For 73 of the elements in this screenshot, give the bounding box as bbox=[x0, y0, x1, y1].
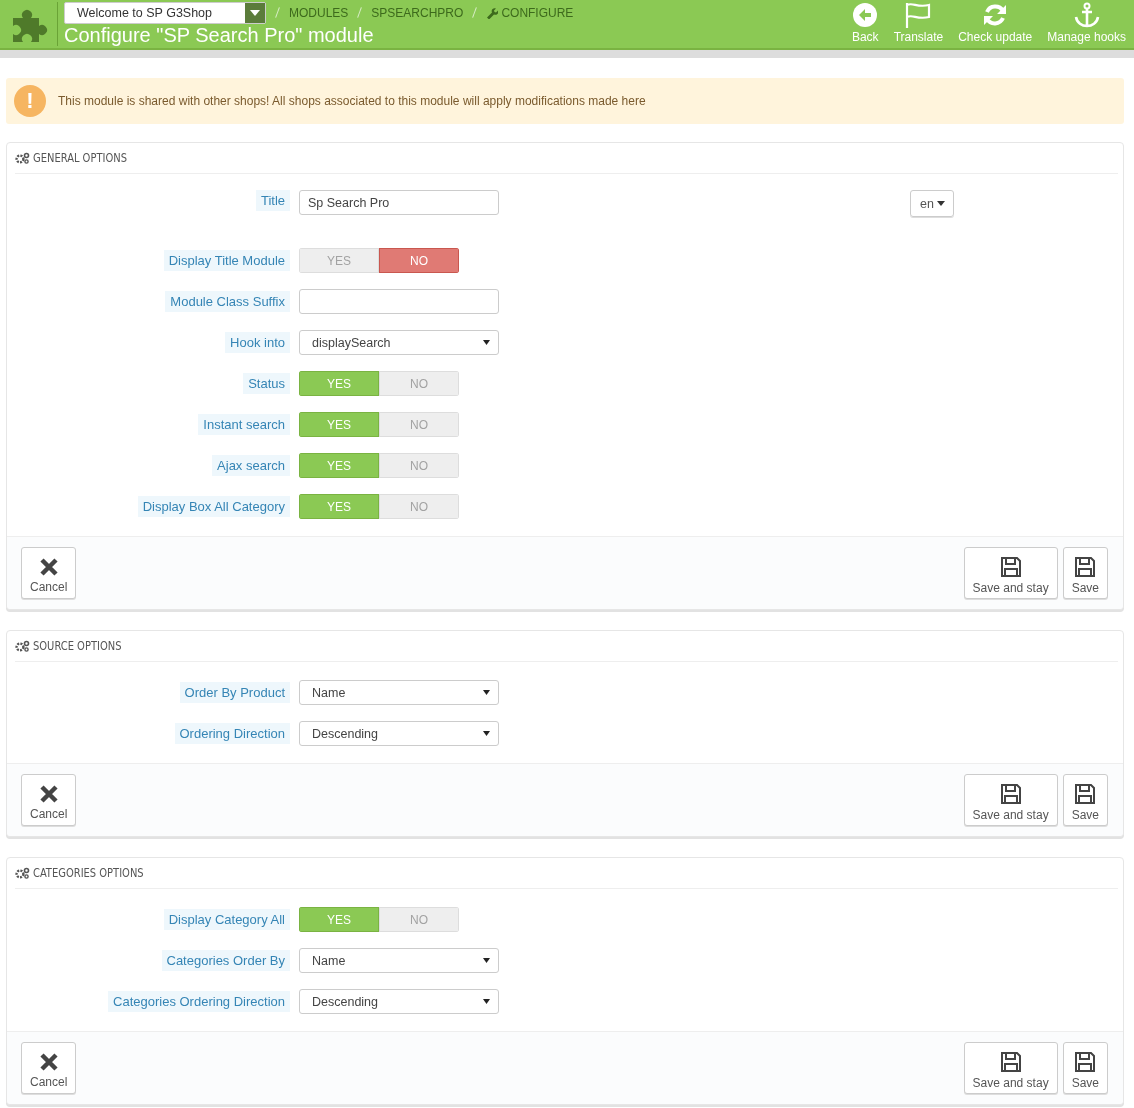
field-label: Categories Ordering Direction bbox=[108, 991, 290, 1012]
toolbar-button[interactable]: Back bbox=[851, 2, 879, 44]
text-field[interactable] bbox=[299, 289, 499, 314]
anchor-icon bbox=[1072, 2, 1101, 28]
save-and-stay-button[interactable]: Save and stay bbox=[963, 774, 1058, 826]
close-icon bbox=[38, 1051, 59, 1072]
field-label: Hook into bbox=[225, 332, 290, 353]
cancel-button[interactable]: Cancel bbox=[21, 1042, 77, 1094]
breadcrumb-link[interactable]: MODULES bbox=[289, 5, 349, 20]
select-field[interactable]: Descending bbox=[299, 989, 499, 1014]
no-option[interactable]: NO bbox=[379, 453, 459, 478]
field-label: Display Box All Category bbox=[137, 496, 290, 517]
cancel-button[interactable]: Cancel bbox=[21, 774, 77, 826]
field-label: Module Class Suffix bbox=[165, 291, 290, 312]
field-label: Ordering Direction bbox=[174, 723, 290, 744]
field-label: Title bbox=[255, 190, 290, 211]
page-title: Configure "SP Search Pro" module bbox=[64, 24, 375, 47]
save-and-stay-button[interactable]: Save and stay bbox=[963, 1042, 1058, 1094]
field-label: Status bbox=[243, 373, 290, 394]
close-icon bbox=[38, 556, 59, 577]
panel-title: SOURCE OPTIONS bbox=[33, 639, 122, 653]
breadcrumb-link[interactable]: CONFIGURE bbox=[501, 5, 574, 20]
flag-icon bbox=[904, 2, 933, 28]
select-field[interactable]: Descending bbox=[299, 721, 499, 746]
yes-option[interactable]: YES bbox=[299, 371, 379, 396]
field-label: Display Category All bbox=[163, 909, 290, 930]
select-field[interactable]: Name bbox=[299, 680, 499, 705]
gears-icon bbox=[15, 867, 30, 879]
no-option[interactable]: NO bbox=[379, 412, 459, 437]
panel-title: CATEGORIES OPTIONS bbox=[33, 866, 144, 880]
select-field[interactable]: Name bbox=[299, 948, 499, 973]
cancel-button[interactable]: Cancel bbox=[21, 547, 77, 599]
no-option[interactable]: NO bbox=[379, 907, 459, 932]
refresh-icon bbox=[982, 2, 1009, 28]
no-option[interactable]: NO bbox=[379, 371, 459, 396]
caret-icon bbox=[483, 958, 490, 963]
field-label: Display Title Module bbox=[163, 250, 290, 271]
caret-icon bbox=[250, 9, 260, 16]
language-dropdown[interactable]: en bbox=[910, 190, 954, 217]
field-label: Instant search bbox=[198, 414, 290, 435]
panel-title: GENERAL OPTIONS bbox=[33, 151, 127, 165]
yes-option[interactable]: YES bbox=[299, 494, 379, 519]
no-option[interactable]: NO bbox=[379, 494, 459, 519]
yes-option[interactable]: YES bbox=[299, 248, 379, 273]
breadcrumb-link[interactable]: SPSEARCHPRO bbox=[371, 5, 464, 20]
field-label: Ajax search bbox=[212, 455, 290, 476]
gears-icon bbox=[15, 640, 30, 652]
warning-icon: ! bbox=[14, 85, 46, 117]
wrench-icon bbox=[486, 6, 499, 19]
caret-icon bbox=[483, 690, 490, 695]
close-icon bbox=[38, 783, 59, 804]
toolbar-button[interactable]: Manage hooks bbox=[1047, 2, 1126, 44]
save-button[interactable]: Save bbox=[1062, 774, 1108, 826]
text-field[interactable]: Sp Search Pro bbox=[299, 190, 499, 215]
toolbar-button[interactable]: Translate bbox=[893, 2, 944, 44]
caret-icon bbox=[936, 201, 945, 206]
field-label: Categories Order By bbox=[161, 950, 290, 971]
field-label: Order By Product bbox=[179, 682, 290, 703]
select-field[interactable]: displaySearch bbox=[299, 330, 499, 355]
caret-icon bbox=[483, 731, 490, 736]
save-button[interactable]: Save bbox=[1062, 547, 1108, 599]
yes-option[interactable]: YES bbox=[299, 907, 379, 932]
caret-icon bbox=[483, 999, 490, 1004]
caret-icon bbox=[483, 340, 490, 345]
yes-option[interactable]: YES bbox=[299, 453, 379, 478]
shop-select[interactable]: Welcome to SP G3Shop bbox=[64, 1, 266, 24]
alert-message: This module is shared with other shops! All shops associated to this module will apply modifications made here bbox=[58, 94, 646, 108]
no-option[interactable]: NO bbox=[379, 248, 459, 273]
save-and-stay-button[interactable]: Save and stay bbox=[963, 547, 1058, 599]
yes-option[interactable]: YES bbox=[299, 412, 379, 437]
save-button[interactable]: Save bbox=[1062, 1042, 1108, 1094]
toolbar-button[interactable]: Check update bbox=[958, 2, 1033, 44]
gears-icon bbox=[15, 152, 30, 164]
